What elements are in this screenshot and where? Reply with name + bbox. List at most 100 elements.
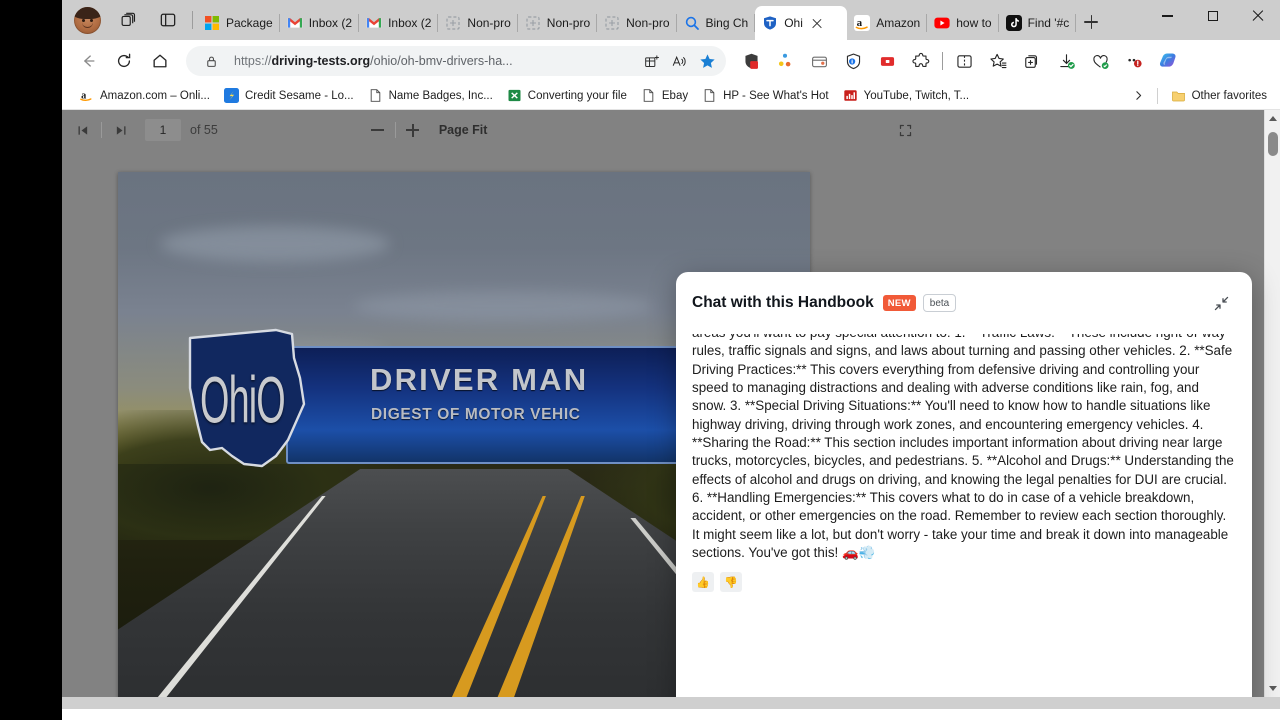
split-screen-icon[interactable] (638, 48, 664, 74)
chat-with-handbook-panel: Chat with this Handbook NEW beta areas y… (676, 272, 1252, 697)
vertical-tabs-icon[interactable] (148, 0, 188, 40)
minimize-chat-icon[interactable] (1208, 290, 1234, 316)
fullscreen-button[interactable] (890, 115, 920, 145)
page-icon (370, 89, 380, 102)
bookmark-other-favorites[interactable]: Other favorites (1164, 85, 1274, 106)
bookmarks-overflow-chevron-right-icon[interactable] (1127, 85, 1151, 107)
page-icon (643, 89, 654, 102)
bookmark-label: Ebay (661, 89, 689, 102)
bookmark-amazon[interactable]: a Amazon.com – Onli... (72, 85, 217, 106)
tab-collections-icon[interactable] (108, 0, 148, 40)
toolbar-divider (942, 52, 943, 70)
amazon-icon: a (80, 90, 92, 101)
credit-sesame-icon (223, 88, 239, 103)
info-shield-icon[interactable] (836, 45, 870, 77)
tab-inbox-2[interactable]: Inbox (2 (359, 6, 439, 40)
pdf-viewer-area: of 55 Page Fit (62, 110, 1280, 697)
bookmark-name-badges[interactable]: Name Badges, Inc... (361, 85, 500, 106)
close-button[interactable] (1235, 0, 1280, 32)
scrollbar-thumb[interactable] (1268, 132, 1278, 156)
chart-icon (843, 90, 857, 101)
scroll-down-button[interactable] (1265, 680, 1280, 697)
downloads-button[interactable] (1049, 45, 1083, 77)
new-tab-button[interactable] (1076, 7, 1106, 37)
tabs-container: Package Inbox (2 Inbox (2 Non-pro Non-pr… (197, 0, 1139, 40)
pdf-toolbar: of 55 Page Fit (62, 110, 1280, 150)
manual-title: DRIVER MAN (370, 362, 589, 397)
zoom-in-button[interactable] (399, 116, 427, 144)
chat-footer: How it works Clear chat Leave feedback (676, 692, 1252, 697)
favorite-star-icon[interactable] (694, 48, 720, 74)
back-button[interactable] (70, 45, 106, 77)
bookmark-credit-sesame[interactable]: Credit Sesame - Lo... (217, 85, 361, 106)
home-button[interactable] (142, 45, 178, 77)
next-page-button[interactable] (105, 115, 135, 145)
tab-nonprofit-2[interactable]: Non-pro (518, 6, 598, 40)
page-total-label: of 55 (190, 123, 218, 137)
tab-label: Ohi (784, 16, 803, 30)
browser-essentials-button[interactable] (1083, 45, 1117, 77)
ohio-driver-manual-sign: OhiO DRIVER MAN DIGEST OF MOTOR VEHIC (180, 324, 810, 476)
read-aloud-icon[interactable] (666, 48, 692, 74)
scroll-up-button[interactable] (1265, 110, 1280, 127)
tab-label: Find '#c (1027, 16, 1070, 30)
refresh-button[interactable] (106, 45, 142, 77)
zoom-divider (394, 122, 396, 138)
tab-nonprofit-3[interactable]: Non-pro (597, 6, 677, 40)
zoom-controls: Page Fit (364, 116, 488, 144)
tabstrip-divider (192, 11, 193, 29)
chat-message-list[interactable]: areas you'll want to pay special attenti… (676, 334, 1252, 692)
pdf-toolbar-divider (101, 122, 102, 138)
tab-inbox-1[interactable]: Inbox (2 (280, 6, 360, 40)
beta-badge: beta (922, 294, 957, 312)
bookmarks-bar: a Amazon.com – Onli... Credit Sesame - L… (62, 82, 1280, 110)
first-page-button[interactable] (68, 115, 98, 145)
profile-avatar[interactable] (66, 0, 108, 40)
gmail-icon (366, 17, 382, 28)
document-icon (446, 16, 461, 30)
minimize-button[interactable] (1145, 0, 1190, 32)
bookmark-converting-your-file[interactable]: Converting your file (500, 85, 634, 106)
tab-bing-chat[interactable]: Bing Ch (677, 6, 756, 40)
colorpicker-icon[interactable] (768, 45, 802, 77)
tab-amazon[interactable]: a Amazon (847, 6, 928, 40)
wallet-icon[interactable] (802, 45, 836, 77)
tab-find-tiktok[interactable]: Find '#c (999, 6, 1077, 40)
maximize-button[interactable] (1190, 0, 1235, 32)
bookmark-youtube-twitch[interactable]: YouTube, Twitch, T... (836, 85, 976, 106)
puzzle-extensions-icon[interactable] (904, 45, 938, 77)
bookmark-label: Amazon.com – Onli... (100, 89, 210, 102)
thumbs-down-icon[interactable]: 👎 (720, 572, 742, 593)
bookmark-label: Name Badges, Inc... (388, 89, 493, 102)
document-icon (605, 16, 619, 30)
settings-more-button[interactable] (1117, 45, 1151, 77)
address-bar[interactable]: https://driving-tests.org/ohio/oh-bmv-dr… (186, 46, 726, 76)
page-scrollbar[interactable] (1264, 110, 1280, 697)
amazon-icon: a (854, 15, 871, 31)
tab-nonprofit-1[interactable]: Non-pro (438, 6, 519, 40)
tab-label: Amazon (876, 16, 921, 30)
tab-close-icon[interactable] (809, 15, 825, 31)
zoom-out-button[interactable] (364, 116, 392, 144)
collections-button[interactable] (1015, 45, 1049, 77)
adblock-icon[interactable] (734, 45, 768, 77)
split-screen-button[interactable] (947, 45, 981, 77)
page-number-input[interactable] (145, 119, 181, 141)
browser-toolbar: https://driving-tests.org/ohio/oh-bmv-dr… (62, 40, 1280, 82)
page-fit-label[interactable]: Page Fit (439, 123, 488, 137)
tab-label: Bing Ch (705, 16, 749, 30)
copilot-button[interactable] (1151, 45, 1185, 77)
thumbs-up-icon[interactable]: 👍 (692, 572, 714, 593)
window-controls (1145, 0, 1280, 40)
youtube-icon (934, 17, 950, 29)
tab-how-to[interactable]: how to (927, 6, 999, 40)
favorites-button[interactable] (981, 45, 1015, 77)
bookmark-hp[interactable]: HP - See What's Hot (695, 85, 836, 106)
bookmarks-divider (1156, 87, 1158, 104)
other-favorites-label: Other favorites (1191, 89, 1267, 102)
bookmark-ebay[interactable]: Ebay (634, 85, 695, 106)
tab-package[interactable]: Package (197, 6, 280, 40)
page-icon (704, 89, 715, 102)
screen-recorder-icon[interactable] (870, 45, 904, 77)
tab-ohio-handbook[interactable]: Ohi (755, 6, 848, 40)
